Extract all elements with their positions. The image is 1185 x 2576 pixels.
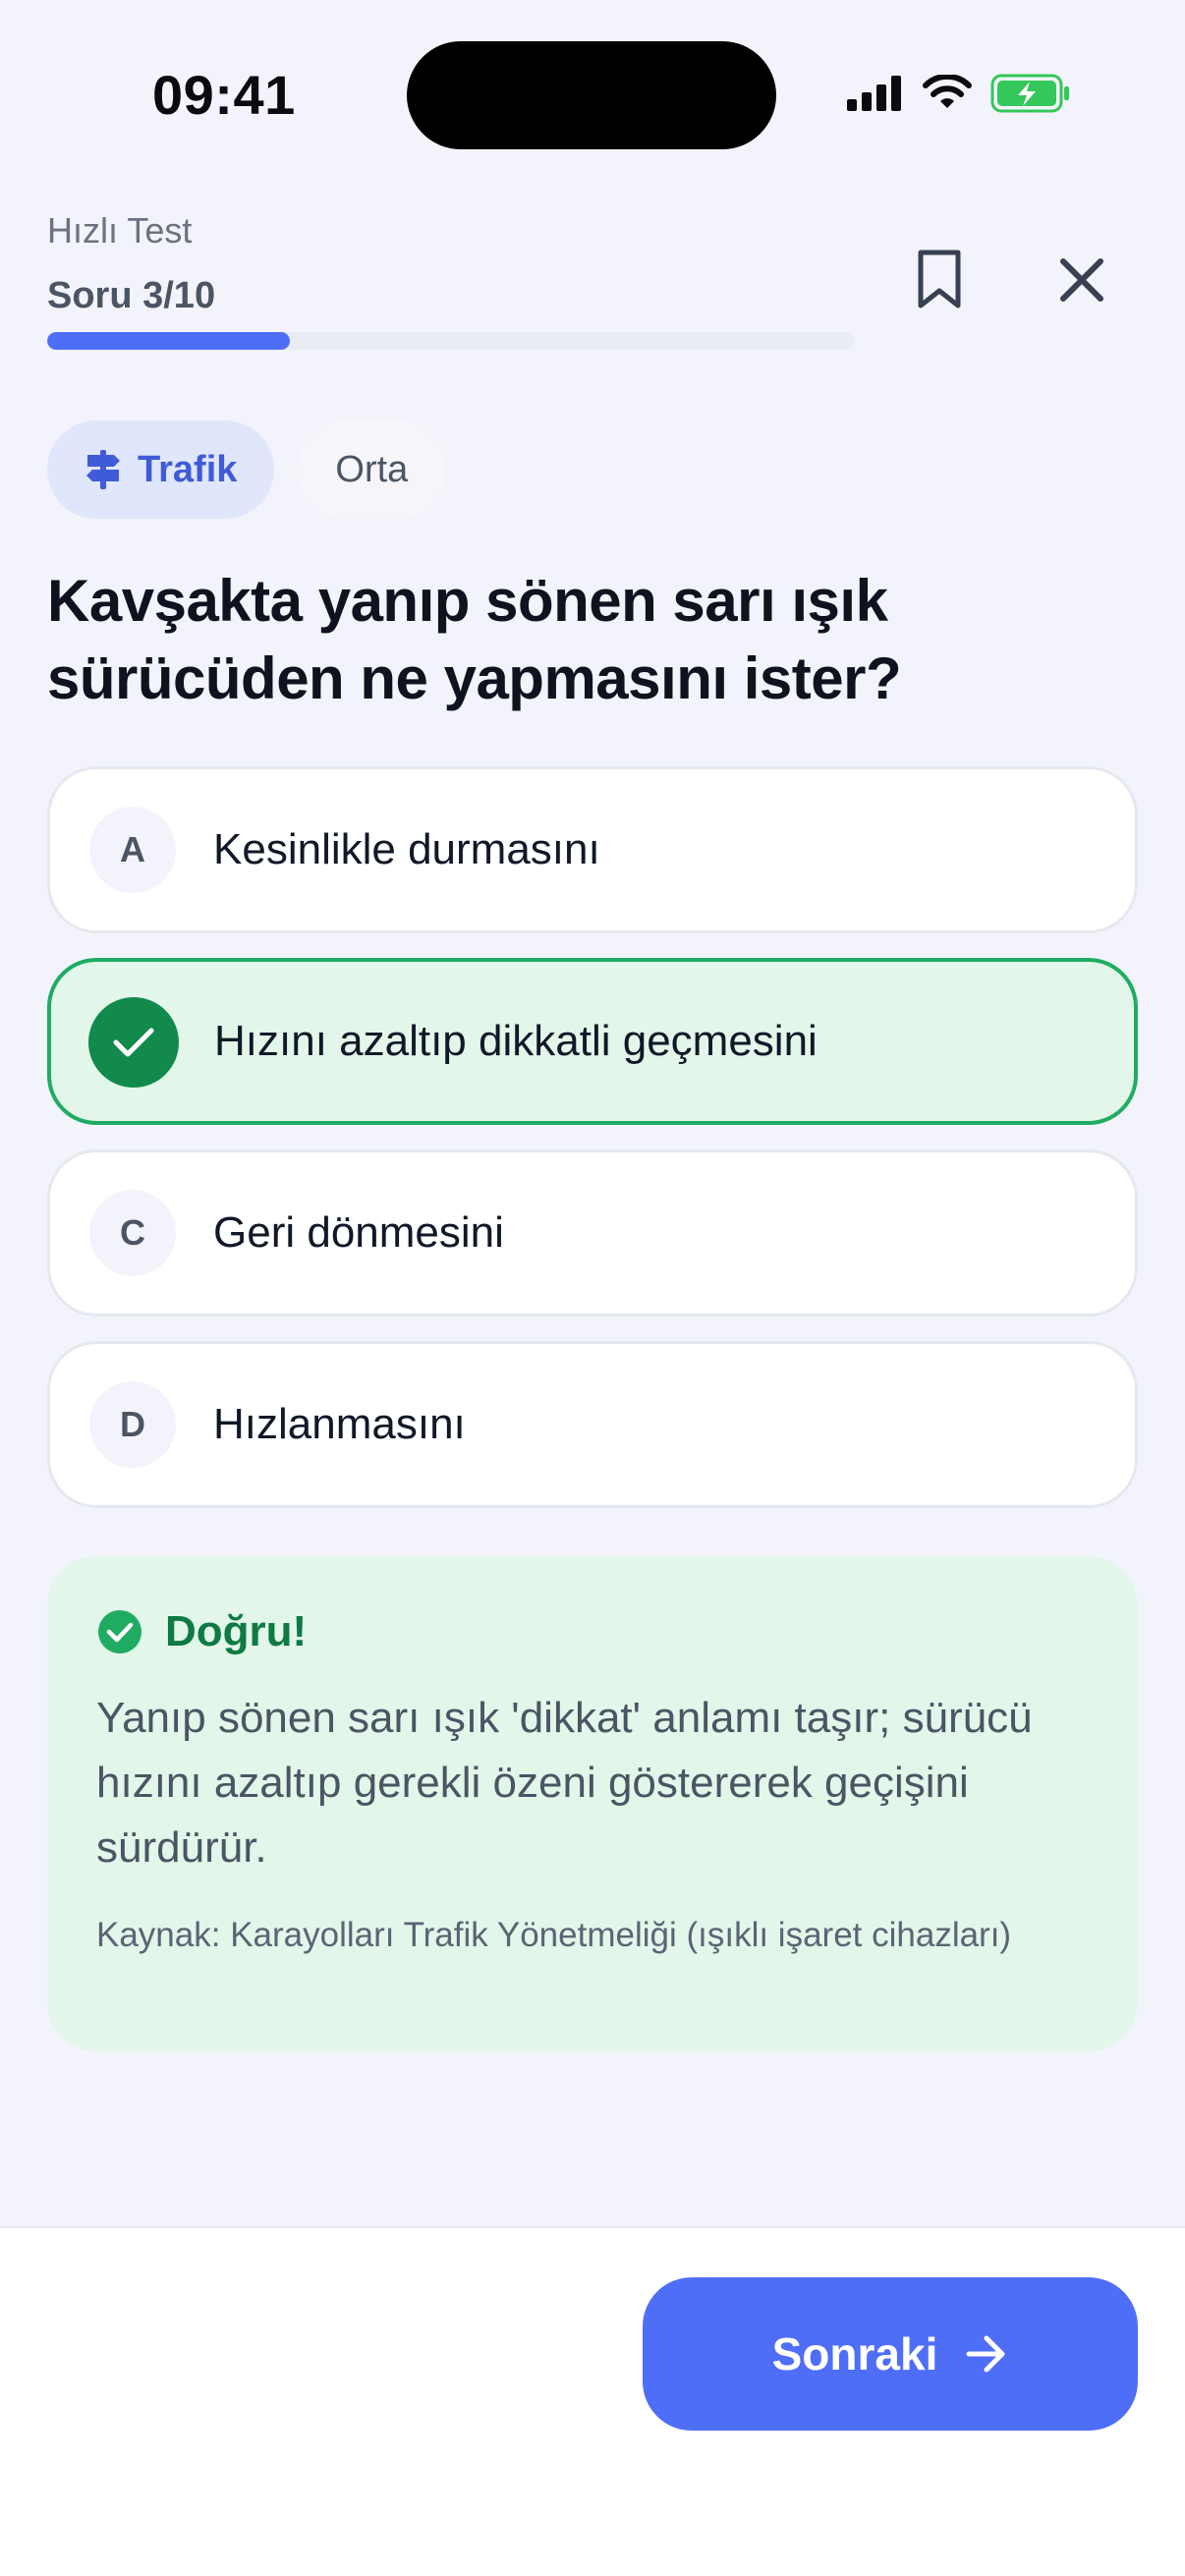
option-letter: A: [89, 807, 176, 893]
option-b[interactable]: Hızını azaltıp dikkatli geçmesini: [47, 958, 1138, 1125]
status-time: 09:41: [152, 64, 296, 126]
question-tags: Trafik Orta: [47, 420, 446, 519]
question-text: Kavşakta yanıp sönen sarı ışık sürücüden…: [47, 568, 902, 711]
quiz-name: Hızlı Test: [47, 210, 193, 251]
option-text: Hızlanmasını: [213, 1400, 466, 1448]
option-letter: D: [89, 1381, 176, 1468]
status-bar: 09:41: [0, 0, 1185, 187]
next-button-label: Sonraki: [771, 2328, 938, 2380]
option-text: Kesinlikle durmasını: [213, 825, 600, 873]
feedback-title: Doğru!: [165, 1607, 308, 1655]
feedback-header: Doğru!: [96, 1607, 307, 1656]
option-text: Hızını azaltıp dikkatli geçmesini: [214, 1017, 818, 1065]
option-letter: C: [89, 1190, 176, 1276]
check-circle-icon: [98, 1610, 141, 1653]
close-icon: [1060, 258, 1103, 302]
option-c[interactable]: C Geri dönmesini: [47, 1149, 1138, 1316]
option-d[interactable]: D Hızlanmasını: [47, 1341, 1138, 1508]
checkmark-icon: [113, 1028, 154, 1057]
category-label: Trafik: [138, 448, 238, 490]
option-check-badge: [88, 997, 179, 1088]
progress-fill: [47, 332, 290, 350]
next-button[interactable]: Sonraki: [643, 2277, 1138, 2431]
battery-charging-icon: [990, 74, 1069, 113]
option-a[interactable]: A Kesinlikle durmasını: [47, 766, 1138, 933]
bookmark-button[interactable]: [895, 236, 984, 324]
progress-bar: [47, 332, 855, 350]
bookmark-icon: [918, 250, 961, 308]
feedback-explanation: Yanıp sönen sarı ışık 'dikkat' anlamı ta…: [96, 1694, 1033, 1872]
close-button[interactable]: [1038, 236, 1126, 324]
feedback-source: Kaynak: Karayolları Trafik Yönetmeliği (…: [96, 1916, 1012, 1954]
status-icons: [847, 69, 1071, 118]
arrow-right-icon: [966, 2335, 1005, 2373]
bottom-bar: Sonraki: [0, 2226, 1185, 2576]
feedback-card: Doğru! Yanıp sönen sarı ışık 'dikkat' an…: [47, 1556, 1138, 2051]
category-chip: Trafik: [47, 420, 275, 519]
cellular-signal-icon: [847, 76, 901, 111]
option-text: Geri dönmesini: [213, 1208, 504, 1257]
wifi-icon: [923, 75, 972, 108]
question-counter: Soru 3/10: [47, 275, 216, 316]
dynamic-island: [407, 41, 776, 149]
signpost-icon: [86, 450, 120, 489]
quiz-header: Hızlı Test Soru 3/10: [47, 206, 1138, 364]
difficulty-chip: Orta: [298, 420, 446, 519]
